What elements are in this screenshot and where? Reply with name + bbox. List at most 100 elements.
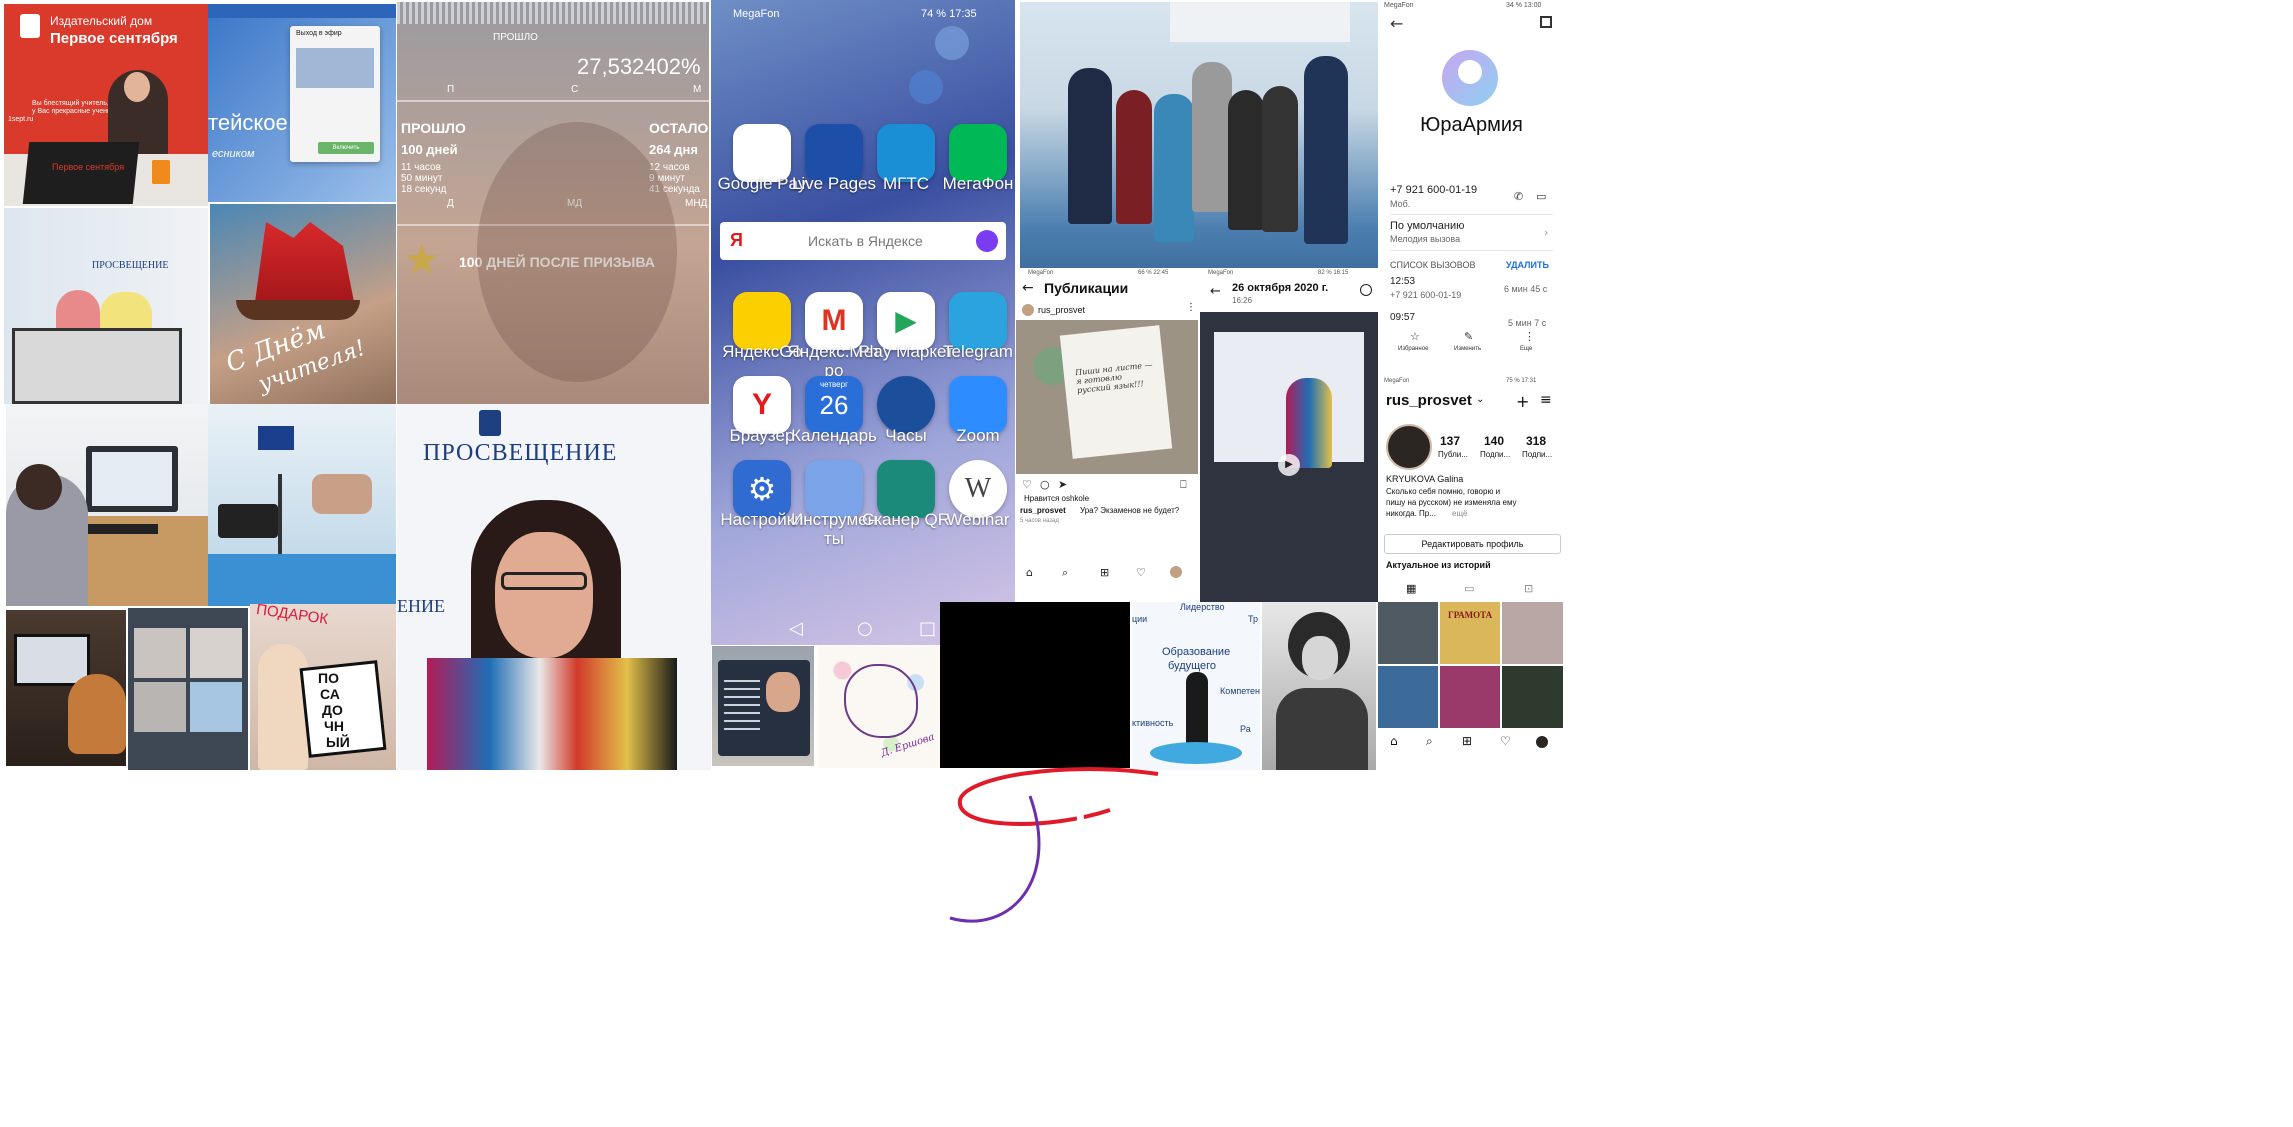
tagged-icon[interactable]: ⊡ <box>1524 582 1533 595</box>
avatar-person-icon <box>1458 60 1482 84</box>
prosv-logo-small: ПРОСВЕЩЕНИЕ <box>92 260 169 271</box>
edu-line3: будущего <box>1168 660 1217 672</box>
grid-cell-4[interactable] <box>1378 666 1438 728</box>
gift-word-1: ПО <box>318 670 339 686</box>
followers-count[interactable]: 140 <box>1484 434 1504 448</box>
back-arrow-icon[interactable]: ← <box>1390 14 1403 33</box>
home-icon[interactable]: ⌂ <box>1390 734 1398 748</box>
comment-icon[interactable]: ○ <box>1040 478 1050 491</box>
following-label[interactable]: Подпи... <box>1522 450 1552 459</box>
highlights-title[interactable]: Актуальное из историй <box>1386 560 1491 570</box>
home-icon[interactable]: ⌂ <box>1026 566 1033 579</box>
passed-line-2: 50 минут <box>401 173 443 184</box>
user-avatar[interactable] <box>1022 304 1034 316</box>
chevron-down-icon[interactable]: ⌄ <box>1476 394 1484 405</box>
grid-icon[interactable]: ▦ <box>1406 582 1416 595</box>
status-right: 74 % 17:35 <box>921 8 977 20</box>
nav-home-icon[interactable]: ○ <box>857 618 873 639</box>
divider-1 <box>1390 214 1553 215</box>
add-icon[interactable]: ⊞ <box>1462 734 1472 748</box>
more-icon[interactable]: ⋮ <box>1524 330 1535 343</box>
contact-screen: MegaFon 34 % 13:00 ← ЮраАрмия +7 921 600… <box>1380 0 1563 376</box>
instagram-grid-screen: ГРАМОТА ⌂ ⌕ ⊞ ♡ <box>1378 602 1563 770</box>
call-icon[interactable]: ✆ <box>1514 190 1523 203</box>
info-icon[interactable] <box>1360 284 1372 296</box>
contact-phone[interactable]: +7 921 600-01-19 <box>1390 184 1477 196</box>
heart-icon[interactable]: ♡ <box>1022 478 1032 491</box>
reels-icon[interactable]: ▭ <box>1464 582 1474 595</box>
action-edit[interactable]: Изменить <box>1454 346 1481 352</box>
search-icon[interactable]: ⌕ <box>1426 734 1433 749</box>
back-arrow-icon[interactable]: ← <box>1210 284 1221 299</box>
heart-nav-icon[interactable]: ♡ <box>1500 734 1511 748</box>
message-icon[interactable]: ▭ <box>1536 190 1546 203</box>
dialog-button[interactable]: Включить <box>318 142 374 154</box>
app-label-zoom: Zoom <box>956 426 1000 445</box>
nav-recent-icon[interactable]: □ <box>919 618 936 639</box>
dialog-button-label: Включить <box>332 145 360 151</box>
new-post-icon[interactable]: + <box>1516 392 1529 411</box>
stage-banner <box>1170 2 1350 42</box>
signature-red-stroke <box>957 767 1159 826</box>
brand-name-line2: Первое сентября <box>50 30 178 47</box>
laptop-screen <box>14 634 90 686</box>
action-more[interactable]: Еще <box>1520 346 1532 352</box>
video-time: 16:26 <box>1232 296 1253 305</box>
laptop <box>22 142 140 204</box>
back-arrow-icon[interactable]: ← <box>1022 280 1034 296</box>
grid-cell-2[interactable]: ГРАМОТА <box>1440 602 1500 664</box>
more-icon[interactable]: ⋮ <box>1186 302 1196 313</box>
share-icon[interactable]: ➤ <box>1058 478 1067 491</box>
bookmark-icon[interactable]: ⎕ <box>1180 478 1187 492</box>
add-icon[interactable]: ⊞ <box>1100 566 1109 579</box>
delete-button[interactable]: УДАЛИТЬ <box>1506 260 1549 270</box>
ig-pub-status-right: 66 % 22:45 <box>1138 270 1169 276</box>
posts-count: 137 <box>1440 434 1461 448</box>
calls-header: СПИСОК ВЫЗОВОВ <box>1390 260 1476 270</box>
ig-pub-caption: Ура? Экзаменов не будет? <box>1080 506 1180 515</box>
qr-code-icon[interactable] <box>1540 16 1552 28</box>
ig-prof-status-left: MegaFon <box>1384 378 1410 384</box>
followers-label[interactable]: Подпи... <box>1480 450 1510 459</box>
grid-cell-3[interactable] <box>1502 602 1563 664</box>
ig-username[interactable]: rus_prosvet <box>1386 392 1472 409</box>
action-favorite[interactable]: Избранное <box>1398 346 1428 352</box>
person-5 <box>1228 90 1264 230</box>
bio-more[interactable]: ещё <box>1452 509 1467 518</box>
nav-back-icon[interactable]: ◁ <box>789 618 803 639</box>
letter-s: С <box>571 84 579 95</box>
grid-cell-1[interactable] <box>1378 602 1438 664</box>
ship-sails <box>255 222 354 302</box>
alice-icon[interactable] <box>976 230 998 252</box>
posts-label: Публи... <box>1438 450 1468 459</box>
full-name: KRYUKOVA Galina <box>1386 474 1464 484</box>
calendar-day: 26 <box>819 390 849 420</box>
following-count[interactable]: 318 <box>1526 434 1546 448</box>
photo-gift-posadochny: ПОДАРОК ПО СА ДО ЧН ЫЙ <box>250 604 396 770</box>
grid-cell-6[interactable] <box>1502 666 1563 728</box>
profile-nav-icon[interactable] <box>1170 566 1182 578</box>
ringtone-title[interactable]: По умолчанию <box>1390 220 1464 232</box>
pencil-icon[interactable]: ✎ <box>1464 330 1473 343</box>
yandex-search-bar[interactable]: Я Искать в Яндексе <box>720 222 1006 260</box>
play-icon[interactable]: ▶ <box>1278 454 1300 476</box>
phone-home-screen: MegaFon 74 % 17:35 Google Pay Live Pages… <box>711 0 1015 645</box>
photo-prosveshchenie-webcast: ПРОСВЕЩЕНИЕ <box>4 208 208 404</box>
ig-pub-user[interactable]: rus_prosvet <box>1038 305 1085 315</box>
face <box>495 532 593 658</box>
profile-nav-icon[interactable] <box>1536 736 1548 748</box>
edit-profile-button[interactable]: Редактировать профиль <box>1384 534 1561 554</box>
star-icon[interactable]: ☆ <box>1410 330 1420 343</box>
search-icon[interactable]: ⌕ <box>1062 566 1068 580</box>
menu-icon[interactable]: ≡ <box>1540 392 1552 408</box>
profile-avatar <box>1386 424 1432 470</box>
heart-nav-icon[interactable]: ♡ <box>1136 566 1146 579</box>
woman-face <box>124 72 150 102</box>
edu-side4: ции <box>1132 614 1148 624</box>
app-label-telegram: Telegram <box>943 342 1013 361</box>
girl-figure <box>258 644 308 770</box>
grid-cell-5[interactable] <box>1440 666 1500 728</box>
person-2 <box>1116 90 1152 224</box>
letter-p: П <box>447 84 455 95</box>
bottom-letter-mnd: МНД <box>685 198 708 209</box>
